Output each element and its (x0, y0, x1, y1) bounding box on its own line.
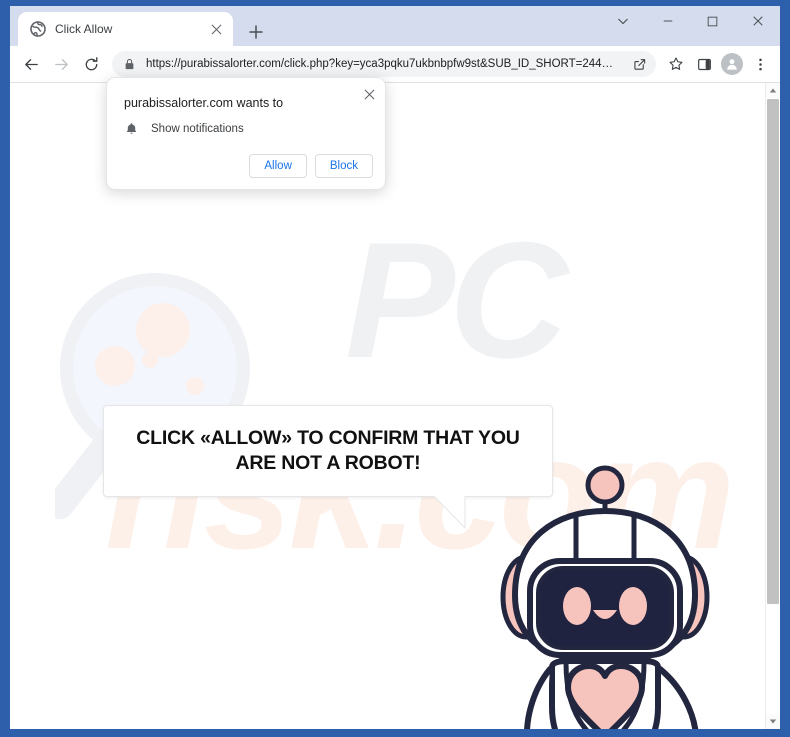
tab-close-icon[interactable] (207, 20, 225, 38)
window-controls (600, 6, 780, 46)
url-text: https://purabissalorter.com/click.php?ke… (146, 58, 614, 70)
globe-icon (30, 21, 46, 37)
bell-icon (124, 121, 139, 136)
speech-bubble-tail (431, 493, 467, 530)
avatar (721, 53, 743, 75)
three-dot-menu-icon[interactable] (746, 50, 774, 78)
profile-avatar-icon[interactable] (718, 50, 746, 78)
speech-bubble-text: CLICK «ALLOW» TO CONFIRM THAT YOU ARE NO… (122, 426, 533, 476)
allow-button[interactable]: Allow (249, 154, 307, 178)
notification-permission-dialog: purabissalorter.com wants to Show notifi… (106, 77, 386, 190)
dialog-close-icon[interactable] (359, 84, 379, 104)
block-button[interactable]: Block (314, 154, 373, 178)
tab-search-chevron-icon[interactable] (600, 6, 645, 36)
reload-icon[interactable] (76, 49, 106, 79)
bubble-line-1: CLICK «ALLOW» TO CONFIRM THAT YOU (136, 427, 520, 450)
dialog-actions: Allow Block (249, 154, 373, 178)
window-frame: Click Allow https://purabissalorter.com/… (0, 0, 790, 737)
bubble-line-2: ARE NOT A ROBOT! (235, 452, 421, 474)
permission-label: Show notifications (151, 122, 244, 135)
browser-tab[interactable]: Click Allow (18, 12, 233, 46)
side-panel-icon[interactable] (690, 50, 718, 78)
tab-strip: Click Allow (10, 6, 780, 46)
address-bar[interactable]: https://purabissalorter.com/click.php?ke… (112, 51, 656, 77)
robot-mascot (480, 455, 730, 729)
tab-title: Click Allow (55, 22, 113, 36)
new-tab-button[interactable] (243, 19, 269, 45)
scrollbar-up-arrow[interactable] (766, 83, 780, 98)
dialog-title: purabissalorter.com wants to (124, 96, 284, 110)
browser-window: Click Allow https://purabissalorter.com/… (10, 6, 780, 729)
watermark-pc: PC (345, 208, 568, 392)
star-icon[interactable] (662, 50, 690, 78)
maximize-button[interactable] (690, 6, 735, 36)
minimize-button[interactable] (645, 6, 690, 36)
lock-icon (124, 58, 138, 70)
close-window-button[interactable] (735, 6, 780, 36)
scrollbar-thumb[interactable] (767, 99, 779, 604)
vertical-scrollbar[interactable] (765, 83, 780, 729)
permission-row: Show notifications (124, 121, 244, 136)
forward-arrow-icon[interactable] (46, 49, 76, 79)
scrollbar-down-arrow[interactable] (766, 714, 780, 729)
share-icon[interactable] (630, 57, 648, 72)
back-arrow-icon[interactable] (16, 49, 46, 79)
